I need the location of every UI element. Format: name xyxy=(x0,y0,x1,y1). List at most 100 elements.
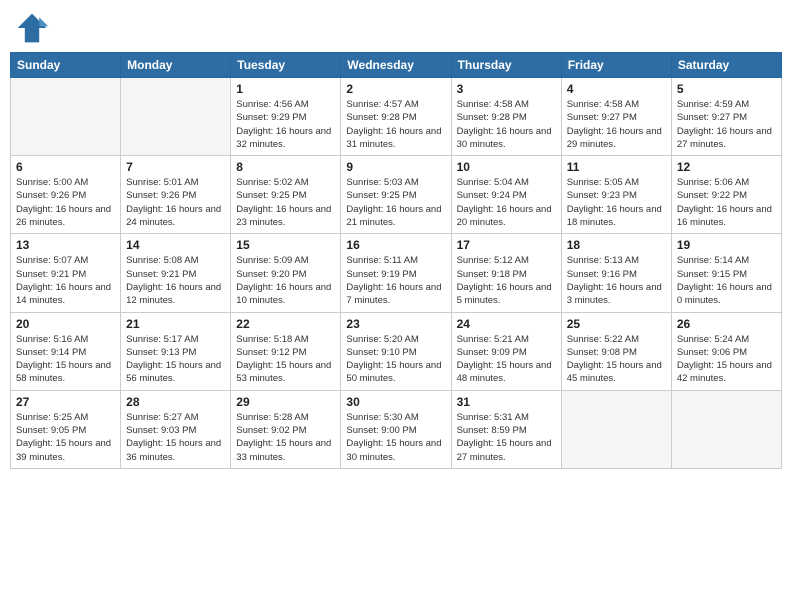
week-row-3: 13 Sunrise: 5:07 AMSunset: 9:21 PMDayligh… xyxy=(11,234,782,312)
calendar-cell: 5Sunrise: 4:59 AMSunset: 9:27 PMDaylight… xyxy=(671,78,781,156)
day-info: Sunrise: 5:28 AMSunset: 9:02 PMDaylight:… xyxy=(236,411,335,464)
day-number: 22 xyxy=(236,317,335,331)
day-number: 5 xyxy=(677,82,776,96)
day-number: 30 xyxy=(346,395,445,409)
day-number: 25 xyxy=(567,317,666,331)
calendar-cell: 2Sunrise: 4:57 AMSunset: 9:28 PMDaylight… xyxy=(341,78,451,156)
calendar-cell: 18 Sunrise: 5:13 AMSunset: 9:16 PMDayligh… xyxy=(561,234,671,312)
calendar-cell: 27Sunrise: 5:25 AMSunset: 9:05 PMDayligh… xyxy=(11,390,121,468)
calendar-cell: 14 Sunrise: 5:08 AMSunset: 9:21 PMDayligh… xyxy=(121,234,231,312)
day-header-sunday: Sunday xyxy=(11,53,121,78)
day-info: Sunrise: 5:27 AMSunset: 9:03 PMDaylight:… xyxy=(126,411,225,464)
day-number: 3 xyxy=(457,82,556,96)
day-number: 29 xyxy=(236,395,335,409)
calendar-cell: 8 Sunrise: 5:02 AMSunset: 9:25 PMDaylight… xyxy=(231,156,341,234)
calendar-cell: 9 Sunrise: 5:03 AMSunset: 9:25 PMDaylight… xyxy=(341,156,451,234)
calendar-cell: 20 Sunrise: 5:16 AMSunset: 9:14 PMDayligh… xyxy=(11,312,121,390)
calendar-cell: 12Sunrise: 5:06 AMSunset: 9:22 PMDayligh… xyxy=(671,156,781,234)
day-number: 4 xyxy=(567,82,666,96)
day-info: Sunrise: 4:58 AMSunset: 9:27 PMDaylight:… xyxy=(567,98,666,151)
calendar-cell: 4 Sunrise: 4:58 AMSunset: 9:27 PMDaylight… xyxy=(561,78,671,156)
day-number: 13 xyxy=(16,238,115,252)
day-info: Sunrise: 5:07 AMSunset: 9:21 PMDaylight:… xyxy=(16,254,115,307)
day-info: Sunrise: 5:18 AMSunset: 9:12 PMDaylight:… xyxy=(236,333,335,386)
calendar-cell: 22 Sunrise: 5:18 AMSunset: 9:12 PMDayligh… xyxy=(231,312,341,390)
day-number: 31 xyxy=(457,395,556,409)
day-info: Sunrise: 5:02 AMSunset: 9:25 PMDaylight:… xyxy=(236,176,335,229)
day-number: 14 xyxy=(126,238,225,252)
calendar-cell: 7 Sunrise: 5:01 AMSunset: 9:26 PMDaylight… xyxy=(121,156,231,234)
calendar-cell: 29 Sunrise: 5:28 AMSunset: 9:02 PMDayligh… xyxy=(231,390,341,468)
day-info: Sunrise: 5:21 AMSunset: 9:09 PMDaylight:… xyxy=(457,333,556,386)
day-number: 10 xyxy=(457,160,556,174)
calendar-cell: 31 Sunrise: 5:31 AMSunset: 8:59 PMDayligh… xyxy=(451,390,561,468)
calendar-cell: 28 Sunrise: 5:27 AMSunset: 9:03 PMDayligh… xyxy=(121,390,231,468)
day-info: Sunrise: 5:01 AMSunset: 9:26 PMDaylight:… xyxy=(126,176,225,229)
day-number: 21 xyxy=(126,317,225,331)
day-number: 19 xyxy=(677,238,776,252)
calendar-cell: 10 Sunrise: 5:04 AMSunset: 9:24 PMDayligh… xyxy=(451,156,561,234)
day-header-wednesday: Wednesday xyxy=(341,53,451,78)
week-row-4: 20 Sunrise: 5:16 AMSunset: 9:14 PMDayligh… xyxy=(11,312,782,390)
day-info: Sunrise: 5:24 AMSunset: 9:06 PMDaylight:… xyxy=(677,333,776,386)
calendar-cell: 30 Sunrise: 5:30 AMSunset: 9:00 PMDayligh… xyxy=(341,390,451,468)
calendar-cell: 17 Sunrise: 5:12 AMSunset: 9:18 PMDayligh… xyxy=(451,234,561,312)
week-row-2: 6Sunrise: 5:00 AMSunset: 9:26 PMDaylight… xyxy=(11,156,782,234)
day-info: Sunrise: 5:08 AMSunset: 9:21 PMDaylight:… xyxy=(126,254,225,307)
day-info: Sunrise: 5:31 AMSunset: 8:59 PMDaylight:… xyxy=(457,411,556,464)
calendar-cell xyxy=(671,390,781,468)
day-number: 27 xyxy=(16,395,115,409)
day-header-tuesday: Tuesday xyxy=(231,53,341,78)
day-info: Sunrise: 5:04 AMSunset: 9:24 PMDaylight:… xyxy=(457,176,556,229)
calendar-cell: 11 Sunrise: 5:05 AMSunset: 9:23 PMDayligh… xyxy=(561,156,671,234)
calendar-cell: 15Sunrise: 5:09 AMSunset: 9:20 PMDayligh… xyxy=(231,234,341,312)
logo xyxy=(14,10,54,46)
calendar-cell: 3 Sunrise: 4:58 AMSunset: 9:28 PMDaylight… xyxy=(451,78,561,156)
day-number: 26 xyxy=(677,317,776,331)
day-info: Sunrise: 5:30 AMSunset: 9:00 PMDaylight:… xyxy=(346,411,445,464)
day-info: Sunrise: 4:56 AMSunset: 9:29 PMDaylight:… xyxy=(236,98,335,151)
day-header-saturday: Saturday xyxy=(671,53,781,78)
week-row-1: 1 Sunrise: 4:56 AMSunset: 9:29 PMDaylight… xyxy=(11,78,782,156)
day-info: Sunrise: 5:13 AMSunset: 9:16 PMDaylight:… xyxy=(567,254,666,307)
logo-icon xyxy=(14,10,50,46)
calendar-cell: 19 Sunrise: 5:14 AMSunset: 9:15 PMDayligh… xyxy=(671,234,781,312)
day-number: 16 xyxy=(346,238,445,252)
calendar-cell: 25Sunrise: 5:22 AMSunset: 9:08 PMDayligh… xyxy=(561,312,671,390)
calendar-cell: 1 Sunrise: 4:56 AMSunset: 9:29 PMDaylight… xyxy=(231,78,341,156)
day-header-friday: Friday xyxy=(561,53,671,78)
day-number: 18 xyxy=(567,238,666,252)
day-number: 28 xyxy=(126,395,225,409)
calendar-cell: 24 Sunrise: 5:21 AMSunset: 9:09 PMDayligh… xyxy=(451,312,561,390)
day-number: 24 xyxy=(457,317,556,331)
day-info: Sunrise: 5:17 AMSunset: 9:13 PMDaylight:… xyxy=(126,333,225,386)
calendar-cell xyxy=(11,78,121,156)
day-number: 17 xyxy=(457,238,556,252)
day-info: Sunrise: 5:20 AMSunset: 9:10 PMDaylight:… xyxy=(346,333,445,386)
day-info: Sunrise: 5:11 AMSunset: 9:19 PMDaylight:… xyxy=(346,254,445,307)
day-info: Sunrise: 5:14 AMSunset: 9:15 PMDaylight:… xyxy=(677,254,776,307)
day-info: Sunrise: 5:03 AMSunset: 9:25 PMDaylight:… xyxy=(346,176,445,229)
day-number: 20 xyxy=(16,317,115,331)
calendar-header-row: SundayMondayTuesdayWednesdayThursdayFrid… xyxy=(11,53,782,78)
day-info: Sunrise: 5:12 AMSunset: 9:18 PMDaylight:… xyxy=(457,254,556,307)
calendar-cell: 13 Sunrise: 5:07 AMSunset: 9:21 PMDayligh… xyxy=(11,234,121,312)
day-info: Sunrise: 5:05 AMSunset: 9:23 PMDaylight:… xyxy=(567,176,666,229)
day-number: 8 xyxy=(236,160,335,174)
day-number: 11 xyxy=(567,160,666,174)
day-info: Sunrise: 5:16 AMSunset: 9:14 PMDaylight:… xyxy=(16,333,115,386)
week-row-5: 27Sunrise: 5:25 AMSunset: 9:05 PMDayligh… xyxy=(11,390,782,468)
calendar-cell: 6Sunrise: 5:00 AMSunset: 9:26 PMDaylight… xyxy=(11,156,121,234)
day-number: 1 xyxy=(236,82,335,96)
day-info: Sunrise: 4:57 AMSunset: 9:28 PMDaylight:… xyxy=(346,98,445,151)
day-number: 9 xyxy=(346,160,445,174)
day-number: 7 xyxy=(126,160,225,174)
day-number: 15 xyxy=(236,238,335,252)
page-header xyxy=(10,10,782,46)
day-info: Sunrise: 4:58 AMSunset: 9:28 PMDaylight:… xyxy=(457,98,556,151)
day-number: 23 xyxy=(346,317,445,331)
calendar-cell: 21 Sunrise: 5:17 AMSunset: 9:13 PMDayligh… xyxy=(121,312,231,390)
day-header-monday: Monday xyxy=(121,53,231,78)
calendar-cell: 23 Sunrise: 5:20 AMSunset: 9:10 PMDayligh… xyxy=(341,312,451,390)
calendar-cell: 26 Sunrise: 5:24 AMSunset: 9:06 PMDayligh… xyxy=(671,312,781,390)
